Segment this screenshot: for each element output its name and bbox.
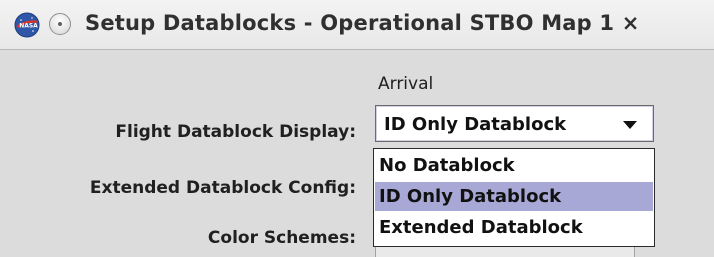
title-bar[interactable]: NASA Setup Datablocks - Operational STBO…	[0, 0, 714, 50]
select-current-value: ID Only Datablock	[384, 114, 567, 135]
option-id-only-datablock[interactable]: ID Only Datablock	[375, 182, 653, 211]
option-extended-datablock[interactable]: Extended Datablock	[375, 213, 653, 242]
svg-text:NASA: NASA	[19, 22, 38, 29]
extended-datablock-config-label: Extended Datablock Config:	[89, 178, 356, 198]
flight-datablock-options-list[interactable]: No Datablock ID Only Datablock Extended …	[373, 148, 655, 247]
option-no-datablock[interactable]: No Datablock	[375, 151, 653, 180]
nasa-logo-icon[interactable]: NASA	[14, 12, 40, 38]
arrival-column-header: Arrival	[378, 74, 434, 94]
flight-datablock-display-label: Flight Datablock Display:	[115, 122, 356, 142]
chevron-down-icon[interactable]	[623, 121, 637, 129]
datablock-settings-panel: Arrival Flight Datablock Display: Extend…	[0, 50, 714, 257]
window-title: Setup Datablocks - Operational STBO Map …	[85, 11, 640, 35]
color-schemes-label: Color Schemes:	[207, 228, 356, 248]
flight-datablock-display-select[interactable]: ID Only Datablock	[375, 105, 654, 142]
window-menu-circle-icon[interactable]	[49, 13, 71, 35]
setup-datablocks-window: NASA Setup Datablocks - Operational STBO…	[0, 0, 714, 257]
